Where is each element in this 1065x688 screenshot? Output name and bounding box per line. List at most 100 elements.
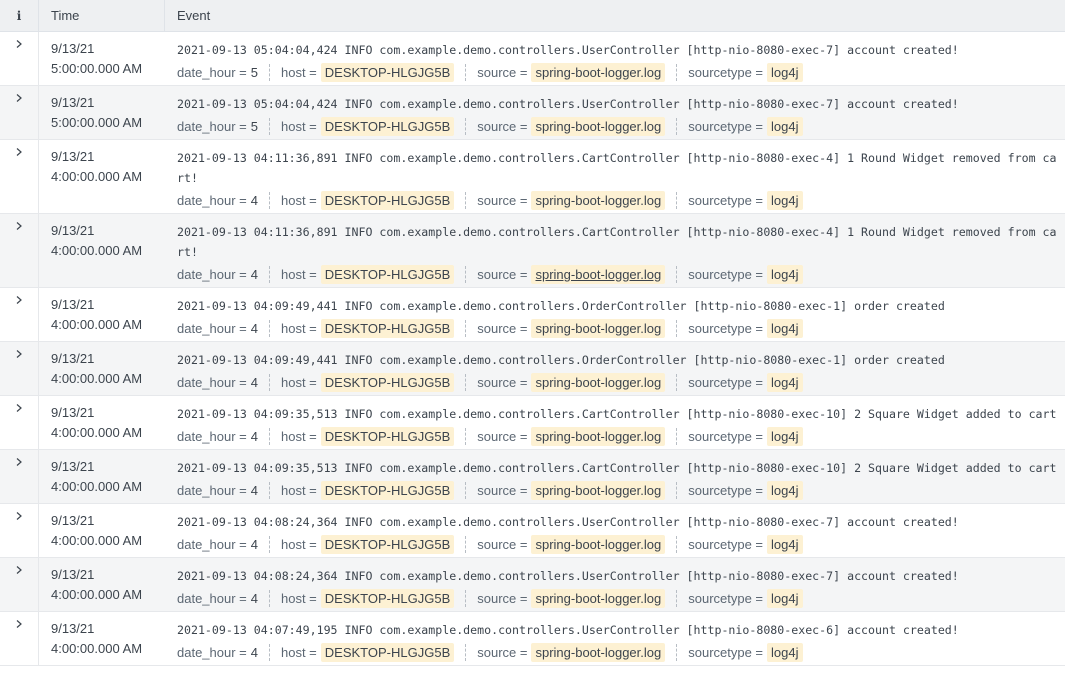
raw-event-text[interactable]: 2021-09-13 04:09:35,513 INFO com.example…	[177, 458, 1061, 478]
field-key: date_hour =	[177, 645, 247, 660]
field-value-source[interactable]: spring-boot-logger.log	[531, 535, 666, 554]
field-date-hour: date_hour = 4	[177, 267, 258, 282]
event-clock: 4:00:00.000 AM	[51, 243, 143, 258]
field-key: host =	[281, 267, 317, 282]
expand-toggle[interactable]	[0, 396, 39, 449]
field-value-date-hour[interactable]: 4	[251, 483, 258, 498]
raw-event-text[interactable]: 2021-09-13 04:08:24,364 INFO com.example…	[177, 512, 1061, 532]
raw-event-text[interactable]: 2021-09-13 05:04:04,424 INFO com.example…	[177, 40, 1061, 60]
field-value-source[interactable]: spring-boot-logger.log	[531, 643, 666, 662]
field-source: source = spring-boot-logger.log	[477, 481, 666, 500]
field-value-source[interactable]: spring-boot-logger.log	[531, 63, 666, 82]
table-header: i Time Event	[0, 0, 1065, 32]
field-value-host[interactable]: DESKTOP-HLGJG5B	[320, 373, 455, 392]
field-date-hour: date_hour = 4	[177, 429, 258, 444]
field-value-sourcetype[interactable]: log4j	[767, 373, 803, 392]
expand-toggle[interactable]	[0, 140, 39, 213]
field-host: host = DESKTOP-HLGJG5B	[281, 535, 455, 554]
field-divider	[465, 118, 467, 135]
event-time: 9/13/21 4:00:00.000 AM	[39, 288, 165, 341]
field-key: host =	[281, 119, 317, 134]
field-key: source =	[477, 429, 528, 444]
field-value-source[interactable]: spring-boot-logger.log	[531, 373, 666, 392]
field-value-source[interactable]: spring-boot-logger.log	[531, 319, 666, 338]
info-column-header[interactable]: i	[0, 0, 39, 31]
field-value-host[interactable]: DESKTOP-HLGJG5B	[320, 427, 455, 446]
chevron-right-icon	[16, 40, 22, 48]
field-value-host[interactable]: DESKTOP-HLGJG5B	[320, 535, 455, 554]
raw-event-text[interactable]: 2021-09-13 05:04:04,424 INFO com.example…	[177, 94, 1061, 114]
field-key: host =	[281, 591, 317, 606]
field-value-date-hour[interactable]: 4	[251, 193, 258, 208]
field-value-sourcetype[interactable]: log4j	[767, 117, 803, 136]
event-fields: date_hour = 4 host = DESKTOP-HLGJG5B source …	[177, 188, 1061, 213]
time-column-header[interactable]: Time	[39, 0, 165, 31]
event-clock: 4:00:00.000 AM	[51, 533, 143, 548]
field-value-host[interactable]: DESKTOP-HLGJG5B	[320, 481, 455, 500]
expand-toggle[interactable]	[0, 504, 39, 557]
expand-toggle[interactable]	[0, 86, 39, 139]
event-cell: 2021-09-13 04:09:35,513 INFO com.example…	[165, 396, 1065, 449]
field-value-sourcetype[interactable]: log4j	[767, 643, 803, 662]
field-value-date-hour[interactable]: 4	[251, 537, 258, 552]
field-value-host[interactable]: DESKTOP-HLGJG5B	[320, 589, 455, 608]
field-value-sourcetype[interactable]: log4j	[767, 427, 803, 446]
field-value-date-hour[interactable]: 5	[251, 65, 258, 80]
raw-event-text[interactable]: 2021-09-13 04:11:36,891 INFO com.example…	[177, 222, 1061, 262]
field-key: source =	[477, 267, 528, 282]
field-value-sourcetype[interactable]: log4j	[767, 589, 803, 608]
event-fields: date_hour = 4 host = DESKTOP-HLGJG5B source …	[177, 586, 1061, 611]
event-cell: 2021-09-13 04:09:49,441 INFO com.example…	[165, 342, 1065, 395]
field-key: sourcetype =	[688, 321, 764, 336]
event-column-header[interactable]: Event	[165, 0, 1065, 31]
field-sourcetype: sourcetype = log4j	[688, 117, 803, 136]
field-value-date-hour[interactable]: 4	[251, 267, 258, 282]
field-value-host[interactable]: DESKTOP-HLGJG5B	[320, 643, 455, 662]
field-value-source[interactable]: spring-boot-logger.log	[531, 265, 666, 284]
field-value-date-hour[interactable]: 5	[251, 119, 258, 134]
field-value-sourcetype[interactable]: log4j	[767, 265, 803, 284]
expand-toggle[interactable]	[0, 450, 39, 503]
field-value-sourcetype[interactable]: log4j	[767, 191, 803, 210]
chevron-right-icon	[16, 620, 22, 628]
raw-event-text[interactable]: 2021-09-13 04:11:36,891 INFO com.example…	[177, 148, 1061, 188]
field-value-date-hour[interactable]: 4	[251, 591, 258, 606]
expand-toggle[interactable]	[0, 612, 39, 665]
raw-event-text[interactable]: 2021-09-13 04:08:24,364 INFO com.example…	[177, 566, 1061, 586]
field-value-date-hour[interactable]: 4	[251, 375, 258, 390]
field-divider	[676, 482, 678, 499]
event-clock: 5:00:00.000 AM	[51, 61, 143, 76]
event-time: 9/13/21 4:00:00.000 AM	[39, 396, 165, 449]
field-value-source[interactable]: spring-boot-logger.log	[531, 427, 666, 446]
expand-toggle[interactable]	[0, 214, 39, 287]
field-value-date-hour[interactable]: 4	[251, 321, 258, 336]
field-value-source[interactable]: spring-boot-logger.log	[531, 191, 666, 210]
field-value-source[interactable]: spring-boot-logger.log	[531, 589, 666, 608]
field-value-host[interactable]: DESKTOP-HLGJG5B	[320, 265, 455, 284]
expand-toggle[interactable]	[0, 288, 39, 341]
expand-toggle[interactable]	[0, 32, 39, 85]
raw-event-text[interactable]: 2021-09-13 04:09:49,441 INFO com.example…	[177, 296, 1061, 316]
field-key: date_hour =	[177, 267, 247, 282]
field-value-sourcetype[interactable]: log4j	[767, 481, 803, 500]
field-date-hour: date_hour = 5	[177, 119, 258, 134]
chevron-right-icon	[16, 404, 22, 412]
field-value-date-hour[interactable]: 4	[251, 645, 258, 660]
field-value-host[interactable]: DESKTOP-HLGJG5B	[320, 319, 455, 338]
field-value-host[interactable]: DESKTOP-HLGJG5B	[320, 63, 455, 82]
field-value-sourcetype[interactable]: log4j	[767, 535, 803, 554]
event-fields: date_hour = 4 host = DESKTOP-HLGJG5B source …	[177, 532, 1061, 557]
event-row: 9/13/21 5:00:00.000 AM 2021-09-13 05:04:04…	[0, 86, 1065, 140]
field-value-date-hour[interactable]: 4	[251, 429, 258, 444]
field-value-source[interactable]: spring-boot-logger.log	[531, 117, 666, 136]
raw-event-text[interactable]: 2021-09-13 04:07:49,195 INFO com.example…	[177, 620, 1061, 640]
field-value-sourcetype[interactable]: log4j	[767, 63, 803, 82]
raw-event-text[interactable]: 2021-09-13 04:09:49,441 INFO com.example…	[177, 350, 1061, 370]
field-value-source[interactable]: spring-boot-logger.log	[531, 481, 666, 500]
field-value-host[interactable]: DESKTOP-HLGJG5B	[320, 191, 455, 210]
raw-event-text[interactable]: 2021-09-13 04:09:35,513 INFO com.example…	[177, 404, 1061, 424]
expand-toggle[interactable]	[0, 558, 39, 611]
field-value-host[interactable]: DESKTOP-HLGJG5B	[320, 117, 455, 136]
expand-toggle[interactable]	[0, 342, 39, 395]
field-value-sourcetype[interactable]: log4j	[767, 319, 803, 338]
